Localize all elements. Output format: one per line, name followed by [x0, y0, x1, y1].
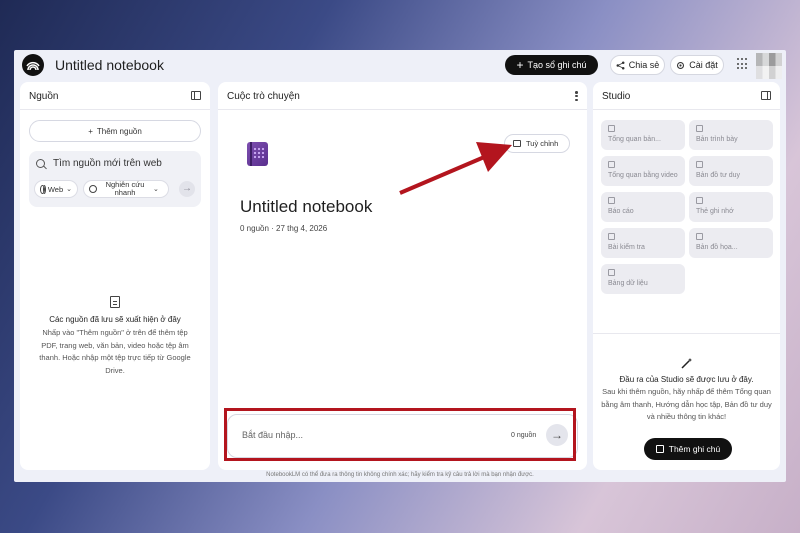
notebooklm-window: Untitled notebook + Tạo sổ ghi chú Chia … — [14, 50, 786, 482]
annotation-arrow — [399, 142, 512, 195]
